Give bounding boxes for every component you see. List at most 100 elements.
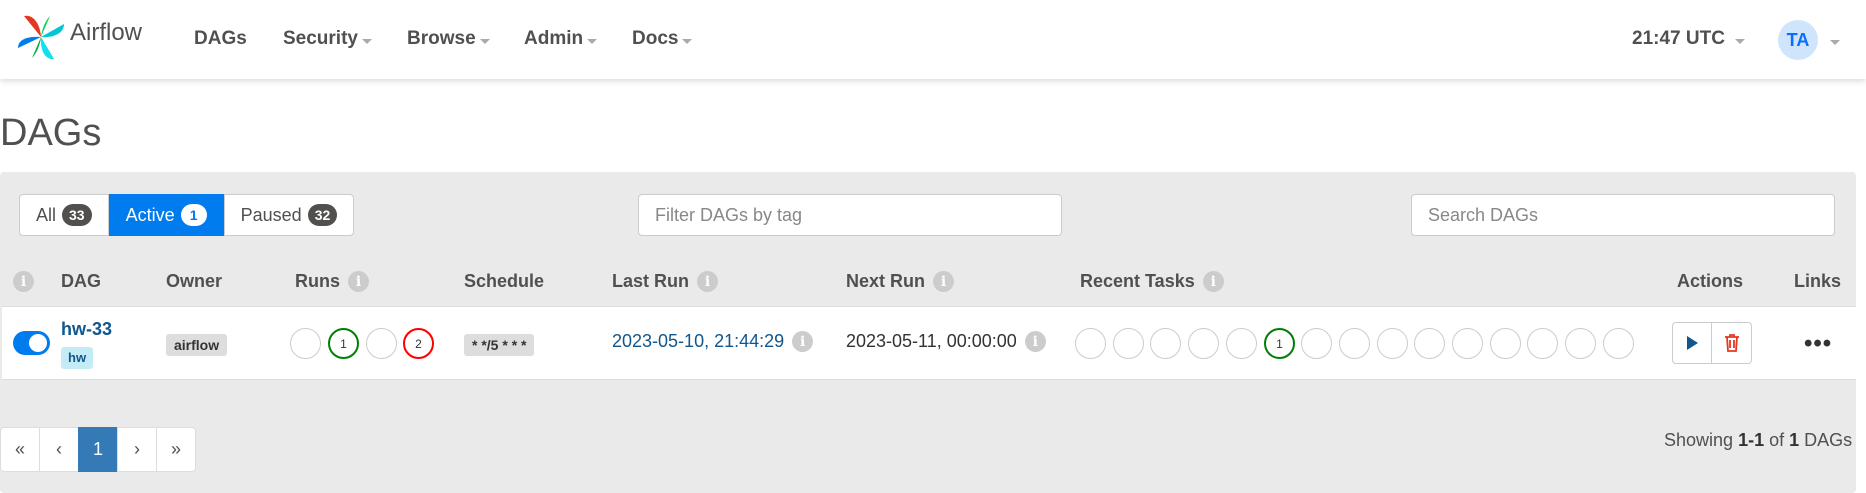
pagination: « ‹ 1 › » xyxy=(0,427,196,472)
run-state-circle[interactable]: 2 xyxy=(403,328,434,359)
dag-tag[interactable]: hw xyxy=(61,347,94,369)
col-last-run-label: Last Run xyxy=(612,271,690,291)
task-state-circle[interactable] xyxy=(1339,328,1370,359)
task-state-circle[interactable] xyxy=(1188,328,1219,359)
col-info-header: i xyxy=(13,271,34,292)
next-run-cell: 2023-05-11, 00:00:00 i xyxy=(846,331,1046,352)
info-icon[interactable]: i xyxy=(348,271,369,292)
airflow-logo-icon xyxy=(18,15,64,60)
col-dag-header[interactable]: DAG xyxy=(61,271,101,292)
task-state-circle[interactable] xyxy=(1490,328,1521,359)
trigger-dag-button[interactable] xyxy=(1672,322,1712,364)
nav-browse-label: Browse xyxy=(407,28,476,49)
filter-active-count: 1 xyxy=(180,204,207,226)
caret-down-icon xyxy=(682,38,693,44)
links-menu-button[interactable]: ••• xyxy=(1804,330,1832,358)
col-recent-tasks-header: Recent Tasks i xyxy=(1080,271,1224,292)
run-state-circle[interactable] xyxy=(290,328,321,359)
col-actions-header: Actions xyxy=(1677,271,1743,292)
task-state-circle[interactable] xyxy=(1113,328,1144,359)
filter-all-button[interactable]: All 33 xyxy=(19,194,109,236)
task-state-circle[interactable] xyxy=(1565,328,1596,359)
owner-label[interactable]: airflow xyxy=(166,334,228,356)
last-run-link[interactable]: 2023-05-10, 21:44:29 xyxy=(612,331,784,352)
nav-docs-label: Docs xyxy=(632,28,679,49)
filter-paused-count: 32 xyxy=(307,204,338,226)
nav-dags[interactable]: DAGs xyxy=(194,28,247,50)
filter-paused-button[interactable]: Paused 32 xyxy=(223,194,355,236)
page-title: DAGs xyxy=(0,112,102,154)
col-actions-label: Actions xyxy=(1677,271,1744,291)
task-state-circle[interactable] xyxy=(1301,328,1332,359)
col-runs-header: Runs i xyxy=(295,271,369,292)
page-current-button[interactable]: 1 xyxy=(78,427,118,472)
summary-prefix: Showing xyxy=(1664,430,1734,450)
nav-browse[interactable]: Browse xyxy=(407,28,490,50)
task-state-circle[interactable] xyxy=(1377,328,1408,359)
dag-id-link[interactable]: hw-33 xyxy=(61,319,112,340)
trash-icon xyxy=(1724,334,1739,352)
info-icon[interactable]: i xyxy=(933,271,955,292)
col-schedule-label: Schedule xyxy=(464,271,545,291)
caret-down-icon xyxy=(1734,38,1745,44)
nav-admin-label: Admin xyxy=(524,28,584,49)
col-runs-label: Runs xyxy=(295,271,340,291)
task-state-circle[interactable] xyxy=(1603,328,1634,359)
info-icon[interactable]: i xyxy=(1202,271,1224,292)
delete-dag-button[interactable] xyxy=(1712,322,1752,364)
dag-actions xyxy=(1672,322,1752,364)
info-icon[interactable]: i xyxy=(792,331,814,352)
search-dags-input[interactable] xyxy=(1411,194,1835,236)
user-menu[interactable]: TA xyxy=(1778,20,1840,60)
caret-down-icon xyxy=(1830,39,1840,45)
info-icon[interactable]: i xyxy=(697,271,719,292)
nav-docs[interactable]: Docs xyxy=(632,28,693,50)
brand-name: Airflow xyxy=(70,19,143,46)
play-icon xyxy=(1687,336,1698,350)
summary-total: 1 xyxy=(1789,430,1800,450)
col-recent-tasks-label: Recent Tasks xyxy=(1080,271,1195,291)
task-state-circle[interactable] xyxy=(1414,328,1445,359)
page-last-button[interactable]: » xyxy=(156,427,196,472)
task-state-circle[interactable] xyxy=(1075,328,1106,359)
col-next-run-header[interactable]: Next Run i xyxy=(846,271,955,292)
nav-security[interactable]: Security xyxy=(283,28,372,50)
brand[interactable]: Airflow xyxy=(18,14,142,60)
results-summary: Showing 1-1 of 1 DAGs xyxy=(1664,430,1852,451)
toggle-knob xyxy=(29,334,47,352)
clock-label: 21:47 UTC xyxy=(1632,28,1725,49)
tag-filter-input[interactable] xyxy=(638,194,1062,236)
col-owner-header[interactable]: Owner xyxy=(166,271,222,292)
filter-all-count: 33 xyxy=(62,204,92,226)
run-state-circle[interactable] xyxy=(366,328,397,359)
info-icon[interactable]: i xyxy=(1024,331,1046,352)
task-state-circle[interactable] xyxy=(1226,328,1257,359)
utc-clock[interactable]: 21:47 UTC xyxy=(1632,28,1745,50)
dag-pause-toggle[interactable] xyxy=(13,331,50,355)
task-state-circle[interactable] xyxy=(1527,328,1558,359)
page-first-button[interactable]: « xyxy=(0,427,40,472)
status-filter-group: All 33 Active 1 Paused 32 xyxy=(19,194,355,236)
filter-paused-label: Paused xyxy=(240,204,302,225)
schedule-label[interactable]: * */5 * * * xyxy=(464,334,535,356)
run-state-circle[interactable]: 1 xyxy=(328,328,359,359)
col-links-header: Links xyxy=(1794,271,1841,292)
task-state-circle[interactable]: 1 xyxy=(1264,328,1295,359)
nav-security-label: Security xyxy=(283,28,358,49)
summary-of: of xyxy=(1769,430,1785,450)
col-last-run-header[interactable]: Last Run i xyxy=(612,271,719,292)
filter-all-label: All xyxy=(36,204,57,225)
col-schedule-header: Schedule xyxy=(464,271,544,292)
page-prev-button[interactable]: ‹ xyxy=(39,427,79,472)
summary-range: 1-1 xyxy=(1738,430,1765,450)
filter-active-button[interactable]: Active 1 xyxy=(108,194,224,236)
nav-admin[interactable]: Admin xyxy=(524,28,598,50)
task-state-circle[interactable] xyxy=(1452,328,1483,359)
page-next-button[interactable]: › xyxy=(117,427,157,472)
col-next-run-label: Next Run xyxy=(846,271,926,291)
info-icon[interactable]: i xyxy=(13,271,34,292)
filter-active-label: Active xyxy=(125,204,175,225)
task-state-circle[interactable] xyxy=(1150,328,1181,359)
avatar: TA xyxy=(1778,20,1818,60)
col-owner-label: Owner xyxy=(166,271,223,291)
